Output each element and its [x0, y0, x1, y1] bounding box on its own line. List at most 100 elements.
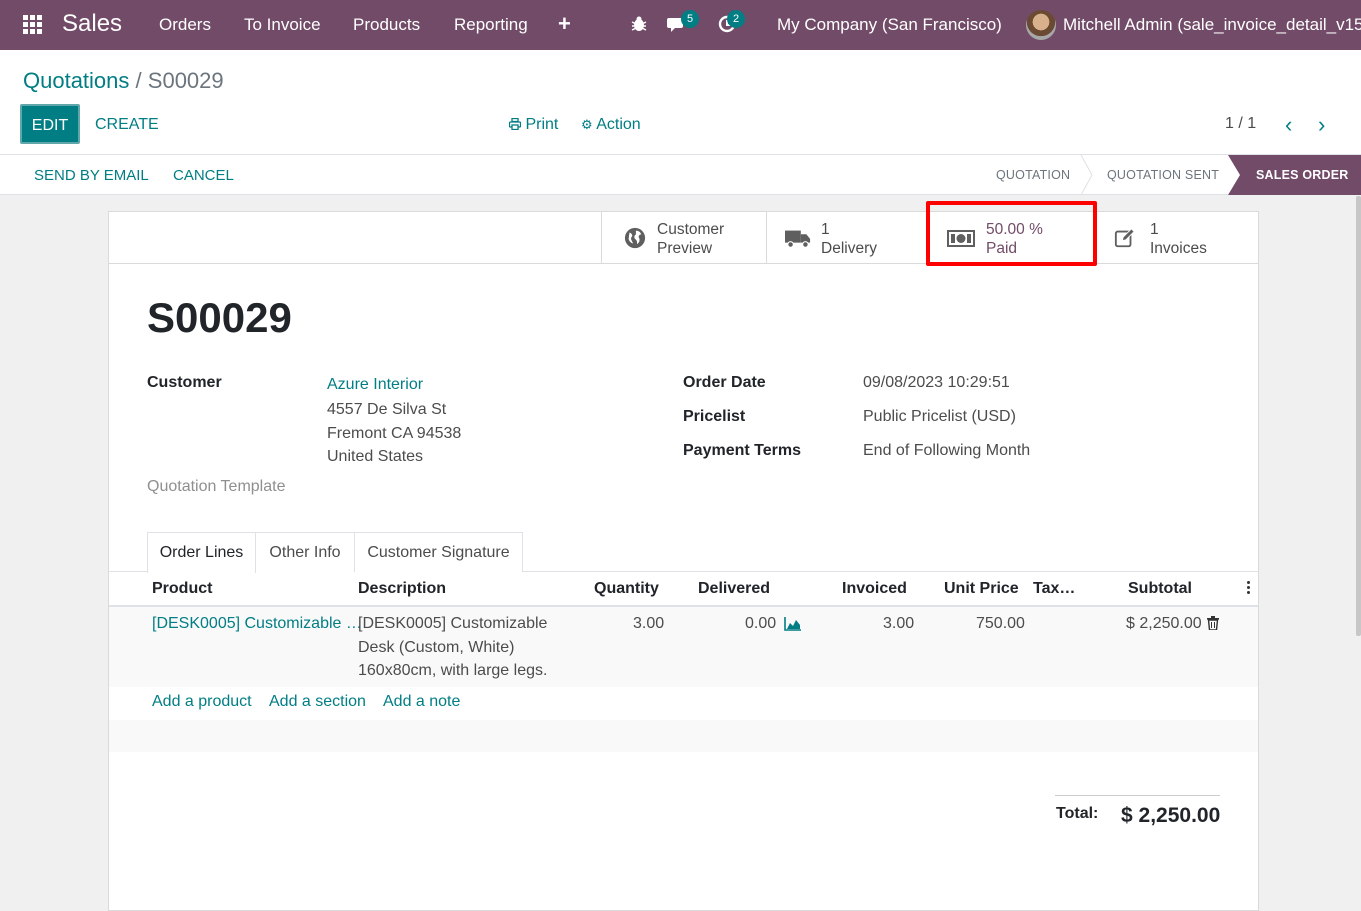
top-navbar: Sales Orders To Invoice Products Reporti… — [0, 0, 1361, 50]
create-button[interactable]: CREATE — [95, 116, 159, 134]
print-label: Print — [525, 116, 559, 133]
empty-row — [109, 720, 1258, 752]
table-row[interactable]: [DESK0005] Customizable … [DESK0005] Cus… — [109, 607, 1258, 687]
breadcrumb-current: S00029 — [147, 68, 224, 93]
payment-terms-label: Payment Terms — [683, 442, 801, 459]
column-description[interactable]: Description — [358, 580, 446, 598]
delivery-button[interactable]: 1 Delivery — [766, 212, 927, 264]
row-product[interactable]: [DESK0005] Customizable … — [152, 612, 362, 636]
customer-preview-line1: Customer — [657, 221, 725, 238]
row-delivered: 0.00 — [745, 615, 777, 632]
menu-to-invoice[interactable]: To Invoice — [244, 15, 321, 35]
messages-badge: 5 — [681, 10, 699, 28]
action-button[interactable]: ⚙ Action — [581, 116, 641, 134]
breadcrumb: Quotations / S00029 — [23, 68, 224, 94]
row-unit-price: 750.00 — [976, 615, 1025, 632]
menu-reporting[interactable]: Reporting — [454, 15, 528, 35]
add-product-link[interactable]: Add a product — [152, 693, 252, 711]
print-button[interactable]: Print — [508, 116, 559, 134]
user-avatar[interactable] — [1026, 10, 1056, 40]
breadcrumb-separator: / — [135, 68, 142, 93]
globe-icon — [624, 227, 646, 249]
delivery-label: Delivery — [821, 240, 877, 257]
tab-order-lines[interactable]: Order Lines — [147, 532, 256, 573]
send-by-email-button[interactable]: SEND BY EMAIL — [34, 167, 149, 184]
payment-status-button[interactable]: 50.00 % Paid — [927, 212, 1093, 264]
breadcrumb-quotations[interactable]: Quotations — [23, 68, 129, 93]
edit-button[interactable]: EDIT — [20, 104, 80, 144]
plus-icon[interactable]: + — [558, 11, 571, 37]
order-reference: S00029 — [147, 294, 292, 341]
user-menu[interactable]: Mitchell Admin (sale_invoice_detail_v15) — [1063, 15, 1361, 35]
paid-label: Paid — [986, 240, 1018, 257]
column-product[interactable]: Product — [152, 580, 212, 598]
pricelist-label: Pricelist — [683, 408, 746, 425]
cancel-button[interactable]: CANCEL — [173, 167, 234, 184]
row-description-line2: Desk (Custom, White) — [358, 639, 515, 656]
invoices-count: 1 — [1150, 221, 1159, 238]
optional-columns-icon[interactable] — [1247, 581, 1251, 596]
status-bar: SEND BY EMAIL CANCEL QUOTATION QUOTATION… — [0, 155, 1361, 195]
truck-icon — [785, 230, 811, 248]
menu-products[interactable]: Products — [353, 15, 420, 35]
column-taxes[interactable]: Tax… — [1033, 580, 1075, 598]
total-divider — [1055, 795, 1220, 796]
column-invoiced[interactable]: Invoiced — [842, 580, 907, 598]
company-switcher[interactable]: My Company (San Francisco) — [777, 15, 1002, 35]
stage-quotation-sent[interactable]: QUOTATION SENT — [1107, 155, 1219, 195]
customer-address-country: United States — [327, 448, 424, 465]
gear-icon: ⚙ — [581, 117, 593, 132]
delivery-count: 1 — [821, 221, 830, 238]
total-value: $ 2,250.00 — [1121, 804, 1221, 827]
smart-button-bar: Customer Preview 1 Delivery 50.00 % Paid — [109, 212, 1258, 264]
total-label: Total: — [1056, 805, 1099, 822]
bug-icon[interactable] — [629, 14, 649, 34]
row-description-line1: [DESK0005] Customizable — [358, 615, 548, 632]
column-unit-price[interactable]: Unit Price — [944, 580, 1019, 598]
pager-value[interactable]: 1 / 1 — [1225, 115, 1256, 133]
invoices-label: Invoices — [1150, 240, 1207, 257]
add-section-link[interactable]: Add a section — [269, 693, 366, 711]
row-invoiced: 3.00 — [883, 615, 915, 632]
customer-label: Customer — [147, 374, 222, 391]
row-description-line3: 160x80cm, with large legs. — [358, 662, 548, 679]
column-subtotal[interactable]: Subtotal — [1128, 580, 1192, 598]
customer-address-street: 4557 De Silva St — [327, 401, 447, 418]
menu-orders[interactable]: Orders — [159, 15, 211, 35]
invoices-button[interactable]: 1 Invoices — [1093, 212, 1258, 264]
pricelist-value: Public Pricelist (USD) — [863, 408, 1016, 425]
pager-next-icon[interactable]: › — [1318, 112, 1325, 138]
stage-quotation[interactable]: QUOTATION — [996, 155, 1070, 195]
form-sheet: Customer Preview 1 Delivery 50.00 % Paid — [108, 211, 1259, 911]
customer-address-city: Fremont CA 94538 — [327, 425, 462, 442]
tab-customer-signature[interactable]: Customer Signature — [355, 532, 523, 572]
tab-other-info[interactable]: Other Info — [256, 532, 355, 572]
customer-preview-line2: Preview — [657, 240, 713, 257]
column-quantity[interactable]: Quantity — [594, 580, 659, 598]
money-icon — [947, 230, 975, 247]
control-panel: Quotations / S00029 EDIT CREATE Print ⚙ … — [0, 50, 1361, 155]
forecast-chart-icon[interactable] — [784, 617, 802, 631]
row-quantity: 3.00 — [633, 615, 665, 632]
scrollbar[interactable] — [1356, 196, 1361, 636]
add-note-link[interactable]: Add a note — [383, 693, 460, 711]
activities-badge: 2 — [727, 10, 745, 28]
add-line-row: Add a product Add a section Add a note — [109, 687, 1258, 720]
apps-menu-icon[interactable] — [23, 15, 42, 34]
action-label: Action — [596, 116, 641, 133]
quotation-template-label: Quotation Template — [147, 478, 286, 495]
stage-sales-order[interactable]: SALES ORDER — [1228, 155, 1361, 195]
stage-arrow-icon — [1080, 155, 1093, 195]
notebook-tabs: Order Lines Other Info Customer Signatur… — [109, 532, 1258, 573]
pager-previous-icon[interactable]: ‹ — [1285, 112, 1292, 138]
app-name[interactable]: Sales — [62, 10, 122, 38]
order-date-label: Order Date — [683, 374, 766, 391]
paid-percent: 50.00 % — [986, 221, 1043, 238]
trash-icon[interactable] — [1207, 616, 1219, 630]
payment-terms-value: End of Following Month — [863, 442, 1031, 459]
customer-link[interactable]: Azure Interior — [327, 373, 423, 397]
order-date-value: 09/08/2023 10:29:51 — [863, 374, 1010, 391]
print-icon — [508, 117, 522, 131]
customer-preview-button[interactable]: Customer Preview — [601, 212, 766, 264]
column-delivered[interactable]: Delivered — [698, 580, 770, 598]
